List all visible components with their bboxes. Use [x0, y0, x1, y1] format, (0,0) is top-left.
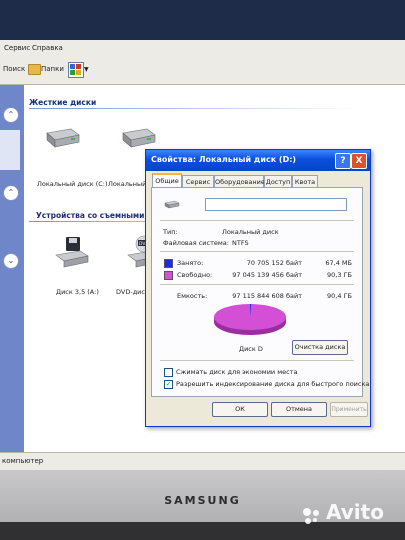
separator [160, 220, 354, 221]
capacity-label: Емкость: [177, 292, 208, 300]
group-divider [29, 108, 359, 109]
filesystem-value: NTFS [232, 239, 249, 247]
ok-button[interactable]: ОК [212, 402, 268, 417]
separator [160, 360, 354, 361]
apply-button[interactable]: Применить [330, 402, 368, 417]
type-label: Тип: [163, 228, 178, 236]
used-bytes: 70 705 152 байт [246, 259, 302, 267]
group-hard-disks-title: Жесткие диски [29, 98, 97, 107]
used-label: Занято: [177, 259, 204, 267]
disk-usage-pie [214, 304, 286, 335]
type-value: Локальный диск [222, 228, 279, 236]
disk-cleanup-button[interactable]: Очистка диска [292, 340, 348, 355]
volume-label-input[interactable] [205, 198, 347, 211]
filesystem-label: Файловая система: [163, 239, 229, 247]
drive-c-label: Локальный диск (C:) [37, 180, 108, 188]
used-size: 67,4 МБ [325, 259, 352, 267]
compress-checkbox[interactable] [164, 368, 173, 377]
menu-bar: Сервис Справка [0, 40, 405, 59]
menu-service[interactable]: Сервис [4, 44, 30, 52]
folders-button[interactable]: Папки [41, 65, 64, 73]
drive-floppy-label: Диск 3,5 (A:) [56, 288, 99, 296]
dialog-title: Свойства: Локальный диск (D:) [151, 155, 297, 164]
pie-label: Диск D [239, 345, 263, 353]
hard-disk-icon [164, 200, 180, 209]
index-checkbox[interactable]: ✓ [164, 380, 173, 389]
general-tab-panel: Тип: Локальный диск Файловая система: NT… [151, 187, 369, 397]
used-color-swatch [164, 259, 173, 268]
separator [160, 284, 354, 285]
cancel-button[interactable]: Отмена [271, 402, 327, 417]
search-button[interactable]: Поиск [3, 65, 25, 73]
capacity-size: 90,4 ГБ [327, 292, 352, 300]
menu-help[interactable]: Справка [32, 44, 63, 52]
properties-dialog: Свойства: Локальный диск (D:) ? X Общие … [145, 149, 371, 427]
watermark-text: Avito [326, 500, 384, 524]
free-bytes: 97 045 139 456 байт [232, 271, 302, 279]
drive-c[interactable] [41, 123, 83, 157]
expand-down-icon[interactable]: ⌄ [3, 253, 19, 269]
views-icon[interactable] [68, 62, 84, 78]
views-dropdown-arrow-icon[interactable]: ▼ [84, 66, 89, 73]
separator [160, 251, 354, 252]
folder-icon[interactable] [28, 64, 41, 75]
help-button[interactable]: ? [335, 153, 351, 169]
window-top-area [0, 0, 405, 40]
collapse-up-icon[interactable]: ⌃ [3, 185, 19, 201]
watermark-logo-icon [303, 508, 319, 524]
monitor-screen: Сервис Справка Поиск Папки ▼ ⌃ ⌃ ⌄ Жестк… [0, 0, 405, 470]
compress-label: Сжимать диск для экономии места [176, 368, 298, 376]
dialog-titlebar[interactable]: Свойства: Локальный диск (D:) ? X [146, 150, 370, 171]
drive-floppy[interactable] [52, 235, 92, 273]
collapse-up-icon[interactable]: ⌃ [3, 107, 19, 123]
capacity-bytes: 97 115 844 608 байт [232, 292, 302, 300]
close-button[interactable]: X [351, 153, 367, 169]
toolbar: Поиск Папки ▼ [0, 58, 405, 85]
floppy-drive-icon [55, 237, 89, 268]
free-label: Свободно: [177, 271, 213, 279]
free-color-swatch [164, 271, 173, 280]
task-pane-section [0, 130, 20, 170]
status-bar: компьютер [0, 452, 405, 470]
index-label: Разрешить индексирование диска для быстр… [176, 380, 370, 388]
status-text: компьютер [2, 457, 44, 465]
free-size: 90,3 ГБ [327, 271, 352, 279]
hard-disk-icon [46, 128, 80, 148]
monitor-base [0, 522, 405, 540]
